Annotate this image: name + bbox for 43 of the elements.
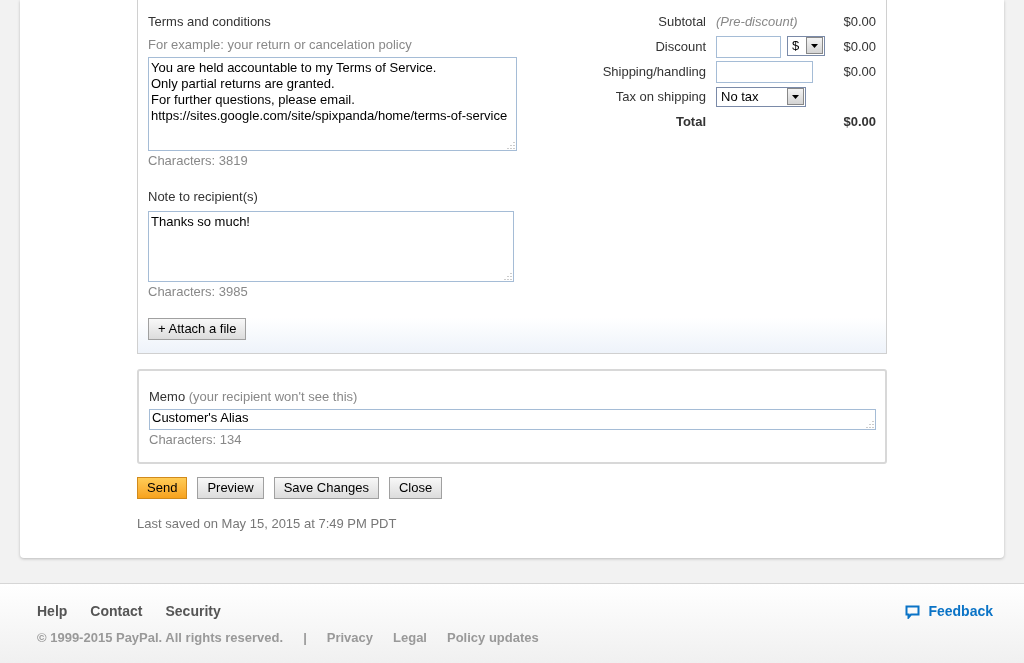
send-button[interactable]: Send [137,477,188,499]
memo-label: Memo [149,389,186,404]
terms-hint: For example: your return or cancelation policy [148,35,413,54]
input-field[interactable]: You are held accountable to my Terms of Service. Only partial returns are granted. For further questions, please email. https://sites.google.com/site/spixpanda/home/terms-of-service [148,57,517,151]
total-label: Tax on shipping [614,87,706,106]
total-label: Total [674,112,706,131]
note-label: Note to recipient(s) [148,187,259,206]
copyright-text: © 1999-2015 PayPal. All rights reserved. [37,629,284,647]
resize-grip-icon [507,141,515,149]
action-button[interactable]: Close [388,477,443,499]
amount-value: $0.00 [842,62,876,81]
total-label: Discount [654,37,706,56]
total-label: Subtotal [657,12,706,31]
terms-label: Terms and conditions [148,13,272,31]
action-button[interactable]: Save Changes [273,477,379,499]
amount-value: $0.00 [842,37,876,56]
dropdown-caret-icon [787,88,804,105]
action-button[interactable]: Preview [197,477,264,499]
dropdown-select[interactable]: No tax [716,86,806,107]
dropdown-select[interactable]: $ [787,35,825,56]
last-saved-text: Last saved on May 15, 2015 at 7:49 PM PDT [137,515,398,533]
character-count: Characters: 3985 [148,283,249,301]
total-label: Shipping/handling [601,62,706,81]
footer-link[interactable]: Security [165,601,221,622]
speech-bubble-icon [905,604,921,619]
amount-value: $0.00 [842,112,876,131]
input-field[interactable]: Customer's Alias [149,408,876,430]
resize-grip-icon [504,272,512,280]
input-field[interactable] [716,60,813,83]
input-field[interactable]: Thanks so much! [148,211,514,282]
character-count: Characters: 134 [149,430,243,449]
input-field[interactable] [716,35,781,58]
pre-discount-note: (Pre-discount) [716,12,799,31]
footer-link[interactable]: Help [37,601,68,622]
character-count: Characters: 3819 [148,152,249,170]
attach-file-button[interactable]: + Attach a file [148,317,247,340]
footer-link[interactable]: Contact [90,601,143,622]
dropdown-caret-icon [806,37,823,54]
resize-grip-icon [866,419,874,428]
amount-value: $0.00 [842,12,876,31]
memo-hint: (your recipient won't see this) [188,389,358,404]
feedback-link[interactable]: Feedback [905,601,993,622]
separator: | [303,629,307,647]
